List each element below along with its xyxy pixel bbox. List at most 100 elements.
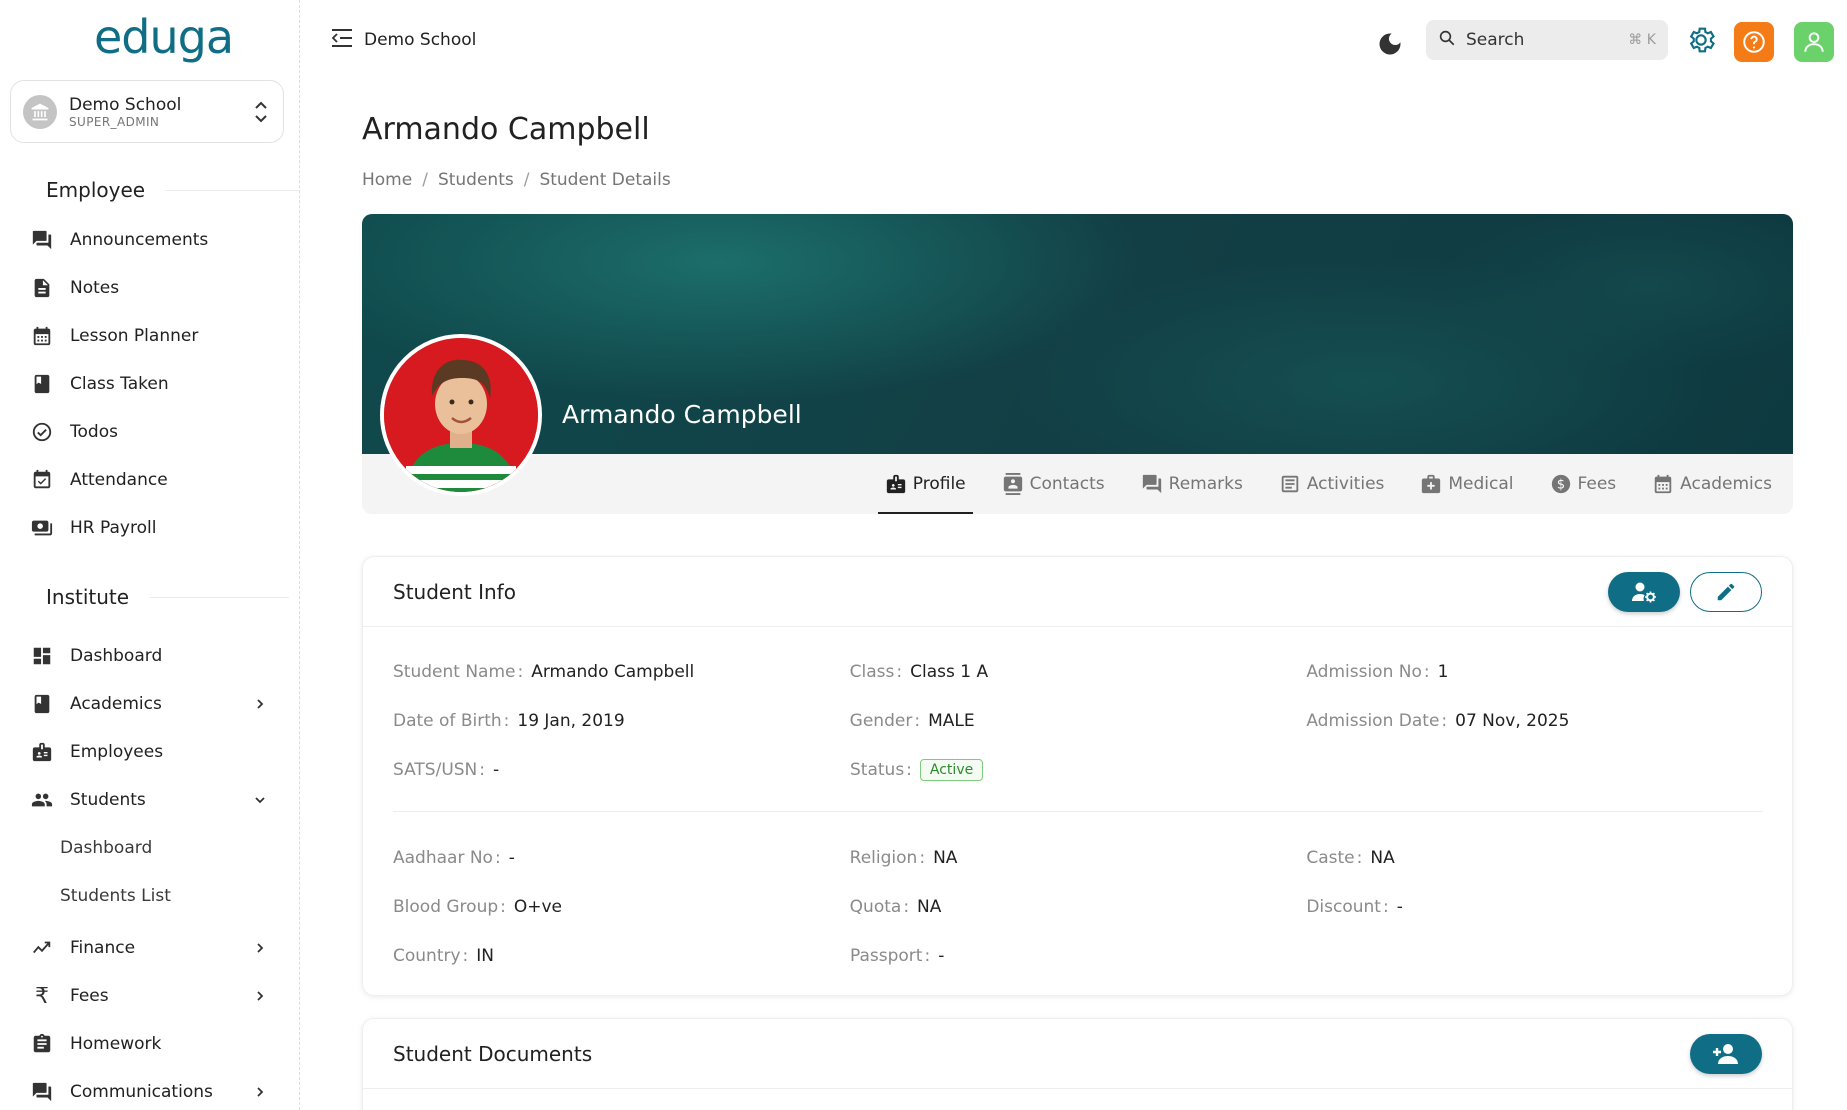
sidebar-item-label: Finance: [70, 938, 136, 958]
field-label: Student Name: [393, 661, 516, 682]
sidebar-item-students[interactable]: Students: [30, 782, 270, 818]
dollar-circle-icon: $: [1550, 473, 1572, 495]
sidebar: eduga Demo School SUPER_ADMIN Employee A…: [0, 0, 300, 1110]
person-add-icon: [1713, 1043, 1738, 1064]
calendar-grid-icon: [30, 324, 54, 348]
sidebar-item-communications[interactable]: Communications: [30, 1074, 270, 1110]
school-switcher[interactable]: Demo School SUPER_ADMIN: [10, 80, 284, 143]
tab-activities[interactable]: Activities: [1272, 454, 1392, 514]
calendar-check-icon: [30, 468, 54, 492]
badge-icon: [885, 473, 907, 495]
sidebar-item-homework[interactable]: Homework: [30, 1026, 270, 1062]
sidebar-item-academics[interactable]: Academics: [30, 686, 270, 722]
menu-toggle-icon[interactable]: [330, 28, 354, 50]
tab-fees[interactable]: $ Fees: [1543, 454, 1624, 514]
tab-contacts[interactable]: Contacts: [995, 454, 1112, 514]
tab-label: Medical: [1448, 474, 1514, 494]
info-row: Blood Group: O+ve Quota: NA Discount: -: [393, 882, 1763, 931]
field-colon: :: [903, 896, 910, 917]
sidebar-subitem-students-list[interactable]: Students List: [60, 886, 171, 906]
field-admission-date: Admission Date:07 Nov, 2025: [1306, 711, 1763, 731]
search-input[interactable]: Search ⌘ K: [1426, 20, 1668, 60]
field-class: Class: Class 1 A: [850, 662, 1307, 682]
field-date-of-birth: Date of Birth:19 Jan, 2019: [393, 711, 850, 731]
tab-profile[interactable]: Profile: [877, 454, 973, 514]
forum-icon: [30, 228, 54, 252]
sidebar-item-label: Todos: [70, 422, 118, 442]
field-label: Quota: [849, 896, 902, 917]
field-label: Admission Date: [1306, 710, 1440, 731]
field-label: Gender: [849, 710, 913, 731]
sidebar-item-hr-payroll[interactable]: HR Payroll: [30, 510, 270, 546]
help-button[interactable]: [1734, 22, 1774, 62]
sidebar-item-label: Academics: [70, 694, 162, 714]
sidebar-item-dashboard[interactable]: Dashboard: [30, 638, 270, 674]
field-label: SATS/USN: [393, 759, 478, 780]
dashboard-icon: [30, 644, 54, 668]
field-passport: Passport: -: [850, 946, 1307, 966]
field-label: Country: [393, 945, 461, 966]
chevron-down-icon: [250, 794, 270, 806]
search-shortcut: ⌘ K: [1628, 32, 1656, 48]
field-colon: :: [906, 759, 912, 780]
add-document-button[interactable]: [1690, 1033, 1762, 1074]
sidebar-item-fees[interactable]: ₹ Fees: [30, 978, 270, 1014]
tab-remarks[interactable]: Remarks: [1134, 454, 1250, 514]
breadcrumb-separator: /: [523, 170, 530, 190]
section-institute: Institute: [46, 585, 289, 609]
section-title: Employee: [46, 178, 146, 202]
contacts-icon: [1002, 473, 1024, 495]
people-icon: [30, 788, 54, 812]
edit-student-button[interactable]: [1690, 571, 1762, 612]
field-value: NA: [933, 847, 958, 868]
field-colon: :: [896, 661, 903, 682]
sidebar-item-attendance[interactable]: Attendance: [30, 462, 270, 498]
settings-gear-icon[interactable]: [1685, 24, 1717, 56]
field-value: Class 1 A: [910, 661, 989, 682]
status-badge: Active: [919, 758, 984, 781]
app-logo[interactable]: eduga: [94, 10, 234, 64]
sidebar-item-label: Dashboard: [70, 646, 163, 666]
chevron-right-icon: [250, 1086, 270, 1098]
tab-medical[interactable]: Medical: [1413, 454, 1520, 514]
sidebar-item-employees[interactable]: Employees: [30, 734, 270, 770]
field-colon: :: [517, 661, 524, 682]
sidebar-item-class-taken[interactable]: Class Taken: [30, 366, 270, 402]
field-colon: :: [1441, 710, 1448, 731]
sidebar-item-label: Notes: [70, 278, 120, 298]
sidebar-item-lesson-planner[interactable]: Lesson Planner: [30, 318, 270, 354]
field-colon: :: [1382, 896, 1389, 917]
sidebar-item-notes[interactable]: Notes: [30, 270, 270, 306]
student-documents-card: Student Documents: [362, 1018, 1793, 1110]
sidebar-item-label: Communications: [70, 1082, 213, 1102]
sidebar-subitem-students-dashboard[interactable]: Dashboard: [60, 838, 152, 858]
school-name: Demo School: [69, 94, 182, 115]
unfold-icon: [251, 99, 271, 125]
field-label: Class: [849, 661, 895, 682]
field-value: NA: [917, 896, 942, 917]
topbar-school-name: Demo School: [364, 30, 477, 50]
field-blood-group: Blood Group: O+ve: [393, 897, 850, 917]
clipboard-icon: [30, 1032, 54, 1056]
tab-label: Profile: [912, 474, 966, 494]
manage-student-button[interactable]: [1608, 571, 1680, 612]
forum-icon: [1141, 473, 1163, 495]
breadcrumb-home[interactable]: Home: [362, 170, 412, 190]
field-value: MALE: [928, 710, 975, 731]
field-status: Status: Active: [850, 758, 1307, 781]
sidebar-item-label: Students: [70, 790, 146, 810]
sidebar-item-todos[interactable]: Todos: [30, 414, 270, 450]
field-label: Admission No: [1306, 661, 1422, 682]
breadcrumb-students[interactable]: Students: [438, 170, 514, 190]
chevron-right-icon: [250, 698, 270, 710]
sidebar-item-finance[interactable]: Finance: [30, 930, 270, 966]
field-label: Blood Group: [393, 896, 499, 917]
sidebar-item-announcements[interactable]: Announcements: [30, 222, 270, 258]
sidebar-item-label: Homework: [70, 1034, 162, 1054]
tab-academics[interactable]: Academics: [1645, 454, 1779, 514]
breadcrumb-current: Student Details: [539, 170, 671, 190]
user-account-button[interactable]: [1794, 22, 1834, 62]
check-circle-icon: [30, 420, 54, 444]
section-divider: [393, 811, 1763, 812]
dark-mode-icon[interactable]: [1376, 30, 1404, 58]
